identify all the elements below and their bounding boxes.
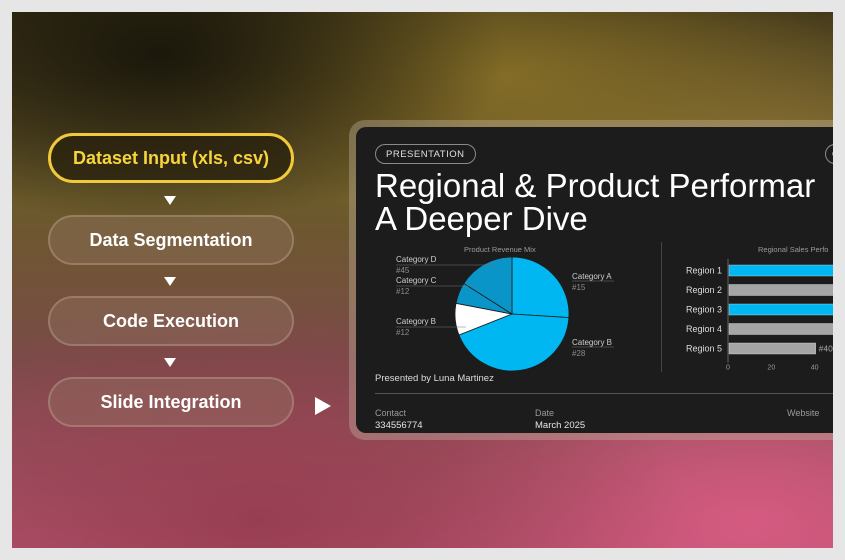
website-label: Website [787, 408, 820, 418]
bar-value-label: #40 [819, 344, 833, 354]
pie-rank-category-c: #12 [396, 287, 410, 296]
slide-preview: PRESENTATION O Regional & Product Perfor… [356, 127, 833, 433]
pie-label-category-a: Category A [572, 272, 612, 281]
bar-category-label: Region 2 [686, 285, 722, 295]
date-value: March 2025 [535, 420, 586, 431]
pie-label-category-c: Category C [396, 276, 437, 285]
footer-divider [375, 393, 833, 394]
bar-tick-label: 20 [767, 365, 775, 372]
pie-label-category-b: Category B [572, 338, 613, 347]
step-dataset-input[interactable]: Dataset Input (xls, csv) [48, 133, 294, 183]
step-label: Data Segmentation [89, 229, 253, 250]
bar-rect [728, 323, 833, 335]
pie-label-category-d: Category D [396, 255, 437, 264]
bar-category-label: Region 1 [686, 266, 722, 276]
step-label: Slide Integration [100, 391, 242, 412]
pie-rank-category-d: #45 [396, 266, 410, 275]
chart-divider [661, 242, 662, 372]
step-label: Dataset Input (xls, csv) [72, 147, 270, 168]
down-arrow-icon [164, 196, 176, 205]
down-arrow-icon [164, 277, 176, 286]
pie-rank-category-a: #15 [572, 283, 586, 292]
bar-rect [728, 342, 816, 355]
play-arrow-icon [315, 397, 331, 415]
bar-tick-label: 40 [811, 365, 819, 372]
step-label: Code Execution [102, 310, 240, 331]
bar-category-label: Region 4 [686, 324, 722, 334]
presented-by: Presented by Luna Martinez [375, 373, 494, 384]
step-slide-integration[interactable]: Slide Integration [48, 377, 294, 427]
step-data-segmentation[interactable]: Data Segmentation [48, 215, 294, 265]
slide-preview-frame: PRESENTATION O Regional & Product Perfor… [349, 120, 833, 440]
badge-right: O [825, 144, 833, 164]
bar-rect [728, 264, 833, 277]
bar-category-label: Region 5 [686, 344, 722, 354]
bar-category-label: Region 3 [686, 305, 722, 315]
date-label: Date [535, 408, 555, 418]
bar-rect [728, 284, 833, 296]
pie-label-category-b-left: Category B [396, 317, 437, 326]
contact-label: Contact [375, 408, 407, 418]
step-code-execution[interactable]: Code Execution [48, 296, 294, 346]
bar-chart: Region 1 Region 2 Region 3 Region 4 Region 5… [686, 259, 833, 372]
background-frame: Dataset Input (xls, csv) Data Segmentati… [12, 12, 833, 548]
down-arrow-icon [164, 358, 176, 367]
pie-slice [511, 256, 570, 319]
pie-rank-category-b: #28 [572, 349, 586, 358]
bar-tick-label: 0 [726, 365, 730, 372]
pie-chart [396, 256, 614, 372]
pie-rank-category-b-left: #12 [396, 328, 410, 337]
bar-rect [728, 303, 833, 316]
contact-value: 334556774 [375, 420, 423, 431]
